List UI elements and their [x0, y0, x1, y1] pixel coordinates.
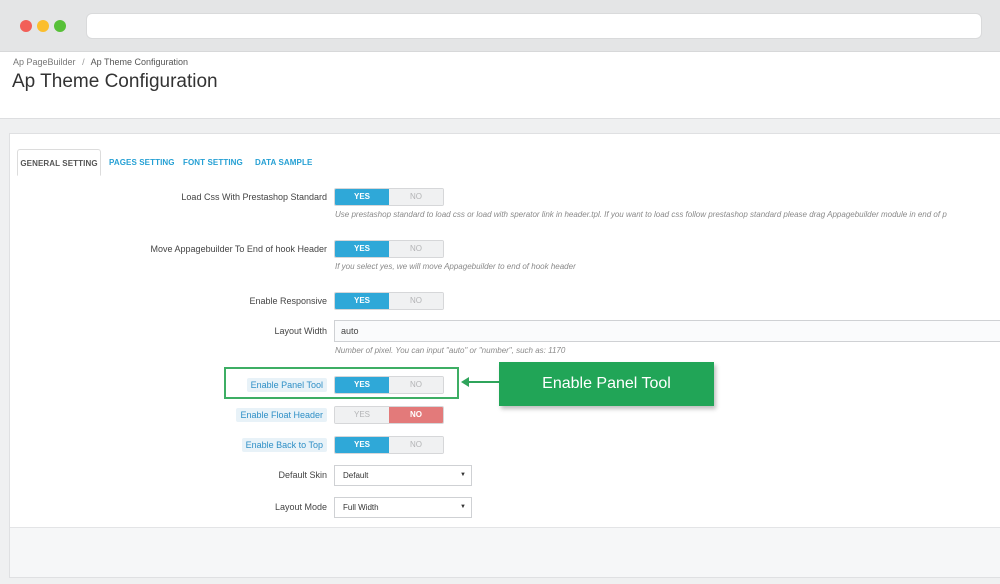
page-header: Ap PageBuilder / Ap Theme Configuration …	[0, 52, 1000, 119]
tab-data-sample[interactable]: DATA SAMPLE	[255, 149, 312, 176]
layout-width-help-text: Number of pixel. You can input "auto" or…	[335, 346, 566, 355]
minimize-window-button[interactable]	[37, 20, 49, 32]
move-appagebuilder-help-text: If you select yes, we will move Appagebu…	[335, 262, 576, 271]
float-header-yes-option[interactable]: YES	[335, 407, 389, 423]
tab-pages-setting[interactable]: PAGES SETTING	[109, 149, 175, 176]
config-panel: GENERAL SETTING PAGES SETTING FONT SETTI…	[9, 133, 1000, 578]
page-title: Ap Theme Configuration	[12, 71, 218, 92]
layout-mode-select[interactable]: Full Width ▼	[334, 497, 472, 518]
move-appagebuilder-label: Move Appagebuilder To End of hook Header	[150, 244, 327, 254]
tab-font-setting[interactable]: FONT SETTING	[183, 149, 243, 176]
move-appagebuilder-no-option[interactable]: NO	[389, 241, 443, 257]
highlight-box	[224, 367, 459, 399]
callout-arrow-line	[468, 381, 500, 383]
back-to-top-no-option[interactable]: NO	[389, 437, 443, 453]
breadcrumb-current: Ap Theme Configuration	[90, 57, 188, 67]
load-css-help-text: Use prestashop standard to load css or l…	[335, 210, 947, 219]
float-header-no-option[interactable]: NO	[389, 407, 443, 423]
load-css-yes-option[interactable]: YES	[335, 189, 389, 205]
breadcrumb-parent-link[interactable]: Ap PageBuilder	[13, 57, 76, 67]
move-appagebuilder-toggle[interactable]: YES NO	[334, 240, 444, 258]
arrow-left-icon	[461, 377, 469, 387]
back-to-top-label: Enable Back to Top	[241, 438, 327, 452]
back-to-top-toggle[interactable]: YES NO	[334, 436, 444, 454]
float-header-label: Enable Float Header	[236, 408, 327, 422]
browser-chrome	[0, 0, 1000, 52]
breadcrumb: Ap PageBuilder / Ap Theme Configuration	[13, 57, 188, 67]
panel-footer	[10, 527, 1000, 577]
responsive-yes-option[interactable]: YES	[335, 293, 389, 309]
layout-width-label: Layout Width	[274, 326, 327, 336]
default-skin-value: Default	[343, 471, 369, 480]
address-bar[interactable]	[86, 13, 982, 39]
close-window-button[interactable]	[20, 20, 32, 32]
maximize-window-button[interactable]	[54, 20, 66, 32]
load-css-toggle[interactable]: YES NO	[334, 188, 444, 206]
responsive-no-option[interactable]: NO	[389, 293, 443, 309]
back-to-top-yes-option[interactable]: YES	[335, 437, 389, 453]
default-skin-select[interactable]: Default ▼	[334, 465, 472, 486]
load-css-label: Load Css With Prestashop Standard	[181, 192, 327, 202]
default-skin-label: Default Skin	[278, 470, 327, 480]
chevron-down-icon: ▼	[460, 504, 466, 510]
breadcrumb-separator: /	[82, 57, 85, 67]
chevron-down-icon: ▼	[460, 472, 466, 478]
tab-general-setting[interactable]: GENERAL SETTING	[17, 149, 101, 176]
callout-label: Enable Panel Tool	[499, 362, 714, 406]
responsive-label: Enable Responsive	[249, 296, 327, 306]
load-css-no-option[interactable]: NO	[389, 189, 443, 205]
move-appagebuilder-yes-option[interactable]: YES	[335, 241, 389, 257]
layout-mode-value: Full Width	[343, 503, 379, 512]
responsive-toggle[interactable]: YES NO	[334, 292, 444, 310]
layout-width-input[interactable]: auto	[334, 320, 1000, 342]
layout-mode-label: Layout Mode	[274, 502, 327, 512]
float-header-toggle[interactable]: YES NO	[334, 406, 444, 424]
